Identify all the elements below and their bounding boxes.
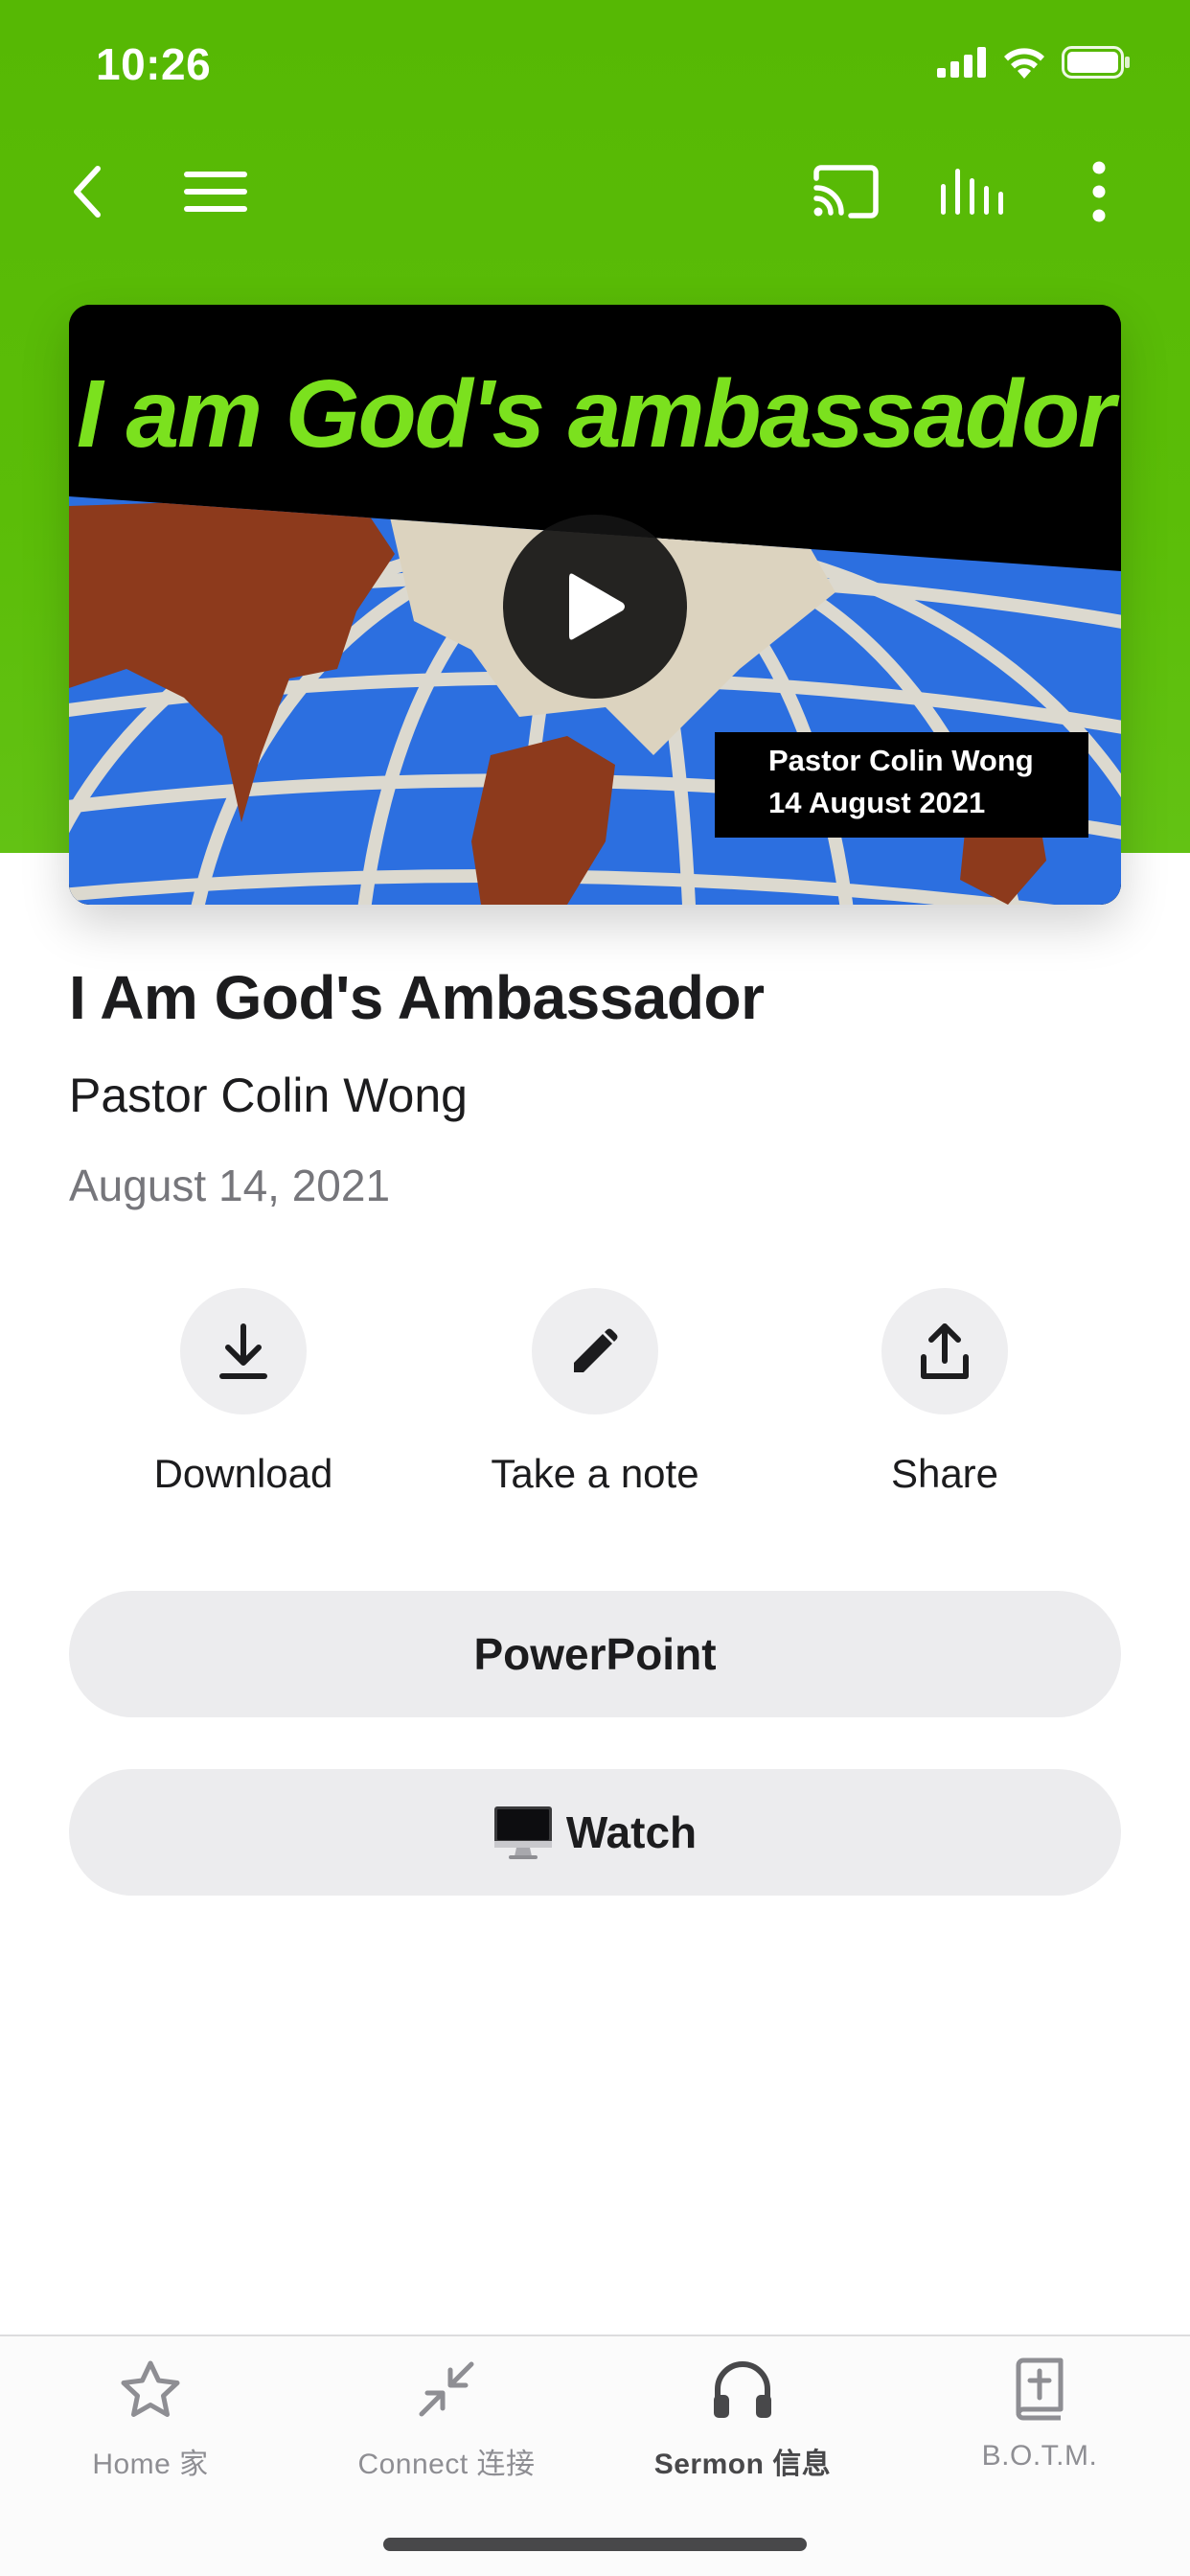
wifi-icon bbox=[1004, 48, 1044, 79]
signal-icon bbox=[937, 47, 986, 78]
watch-button[interactable]: Watch bbox=[69, 1769, 1121, 1896]
download-button[interactable]: Download bbox=[100, 1288, 387, 1497]
sermon-artwork[interactable]: I am God's ambassador Pastor Colin Wong … bbox=[69, 305, 1121, 905]
audio-button[interactable] bbox=[925, 144, 1020, 240]
take-note-button[interactable]: Take a note bbox=[451, 1288, 739, 1497]
status-icons bbox=[937, 46, 1131, 79]
tab-connect-icon-wrap bbox=[413, 2356, 480, 2423]
sermon-speaker: Pastor Colin Wong bbox=[69, 1069, 468, 1122]
desktop-computer-icon bbox=[493, 1806, 552, 1859]
take-note-circle bbox=[532, 1288, 658, 1414]
cast-button[interactable] bbox=[798, 144, 894, 240]
tab-home-label: Home 家 bbox=[92, 2449, 209, 2480]
back-chevron-icon bbox=[74, 166, 101, 218]
cast-icon bbox=[813, 165, 879, 218]
tab-connect-label: Connect 连接 bbox=[357, 2449, 536, 2480]
tab-home-icon-wrap bbox=[117, 2356, 184, 2423]
menu-icon bbox=[184, 172, 247, 212]
more-vertical-icon bbox=[1092, 161, 1106, 222]
powerpoint-label: PowerPoint bbox=[473, 1629, 717, 1679]
tab-botm-label: B.O.T.M. bbox=[981, 2440, 1098, 2472]
download-label: Download bbox=[153, 1451, 333, 1496]
bible-cross-icon bbox=[1016, 2358, 1064, 2421]
artwork-title: I am God's ambassador bbox=[77, 360, 1120, 468]
download-circle bbox=[180, 1288, 307, 1414]
share-circle bbox=[881, 1288, 1008, 1414]
tab-botm-icon-wrap bbox=[1006, 2356, 1073, 2423]
tab-sermon[interactable]: Sermon 信息 bbox=[594, 2356, 891, 2482]
pencil-icon bbox=[574, 1328, 618, 1372]
powerpoint-button[interactable]: PowerPoint bbox=[69, 1591, 1121, 1717]
share-button[interactable]: Share bbox=[801, 1288, 1088, 1497]
nav-bar bbox=[0, 144, 1190, 240]
tab-connect[interactable]: Connect 连接 bbox=[298, 2356, 595, 2482]
status-time: 10:26 bbox=[96, 39, 212, 89]
more-button[interactable] bbox=[1051, 144, 1147, 240]
status-bar: 10:26 bbox=[0, 0, 1190, 134]
sermon-title: I Am God's Ambassador bbox=[69, 963, 765, 1032]
take-note-label: Take a note bbox=[491, 1451, 699, 1496]
tab-botm[interactable]: B.O.T.M. bbox=[891, 2356, 1188, 2472]
tab-home[interactable]: Home 家 bbox=[2, 2356, 299, 2482]
download-icon bbox=[219, 1323, 267, 1379]
headphones-icon bbox=[714, 2361, 771, 2418]
share-label: Share bbox=[890, 1451, 999, 1496]
artwork-caption-speaker: Pastor Colin Wong bbox=[768, 744, 1034, 777]
back-button[interactable] bbox=[40, 144, 136, 240]
menu-button[interactable] bbox=[168, 144, 263, 240]
home-indicator[interactable] bbox=[383, 2538, 807, 2551]
audio-bars-icon bbox=[941, 169, 1003, 215]
tab-sermon-icon-wrap bbox=[709, 2356, 776, 2423]
watch-label: Watch bbox=[565, 1807, 698, 1857]
arrows-in-icon bbox=[419, 2361, 474, 2417]
artwork-caption: Pastor Colin Wong 14 August 2021 bbox=[715, 732, 1088, 838]
tab-sermon-label: Sermon 信息 bbox=[653, 2449, 832, 2480]
battery-icon bbox=[1062, 46, 1130, 79]
share-icon bbox=[921, 1323, 969, 1379]
play-button[interactable] bbox=[503, 515, 687, 699]
star-icon bbox=[121, 2360, 180, 2417]
play-icon bbox=[569, 573, 625, 640]
sermon-date: August 14, 2021 bbox=[69, 1161, 391, 1210]
artwork-caption-date: 14 August 2021 bbox=[768, 786, 986, 819]
